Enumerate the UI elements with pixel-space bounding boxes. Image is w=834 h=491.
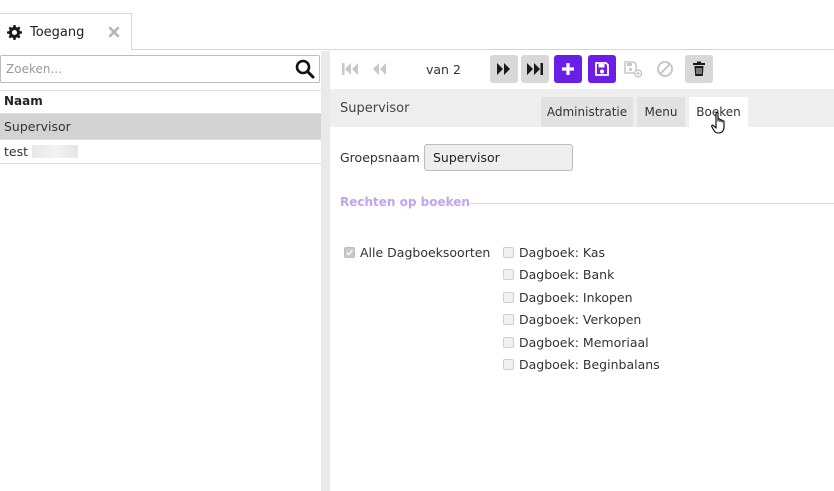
cancel-icon	[657, 61, 673, 77]
last-page-button[interactable]	[521, 55, 549, 83]
save-as-icon	[624, 61, 643, 78]
trash-icon	[693, 61, 705, 76]
search-input[interactable]	[1, 56, 291, 82]
last-page-icon	[527, 63, 543, 75]
checkbox-label: Dagboek: Bank	[519, 267, 615, 282]
checkbox-label: Alle Dagboeksoorten	[360, 245, 491, 260]
save-button[interactable]	[588, 55, 616, 83]
tab-boeken[interactable]: Boeken	[689, 97, 748, 127]
plus-icon	[562, 63, 574, 75]
add-button[interactable]	[554, 55, 582, 83]
tab-label: Boeken	[696, 105, 741, 119]
groepsnaam-input[interactable]	[424, 144, 573, 171]
next-page-icon	[497, 63, 510, 75]
tab-menu[interactable]: Menu	[637, 97, 685, 127]
checkbox-icon	[503, 269, 514, 280]
checkbox-label: Dagboek: Kas	[519, 245, 606, 260]
save-as-button[interactable]	[619, 55, 647, 83]
page-indicator: van 2	[426, 62, 461, 77]
checkbox-label: Dagboek: Verkopen	[519, 312, 642, 327]
tab-label: Menu	[644, 105, 678, 119]
previous-page-icon	[373, 63, 386, 75]
row-label: Supervisor	[4, 119, 71, 134]
tab-administratie[interactable]: Administratie	[541, 97, 633, 127]
checkbox-icon	[503, 292, 514, 303]
checkbox-checked-icon	[344, 247, 355, 258]
dagboek-memoriaal-checkbox[interactable]: Dagboek: Memoriaal	[503, 335, 649, 350]
column-header-naam: Naam	[4, 94, 43, 108]
first-page-icon	[342, 63, 358, 75]
group-list-panel: Naam Supervisor test	[0, 51, 321, 491]
table-row[interactable]: Supervisor	[0, 114, 321, 139]
checkbox-icon	[503, 359, 514, 370]
record-toolbar: van 2	[330, 51, 834, 89]
dagboek-beginbalans-checkbox[interactable]: Dagboek: Beginbalans	[503, 357, 660, 372]
table-row[interactable]: test	[0, 139, 321, 164]
divider	[469, 203, 834, 204]
dagboek-inkopen-checkbox[interactable]: Dagboek: Inkopen	[503, 290, 633, 305]
redacted-text	[32, 145, 79, 158]
detail-header: Supervisor Administratie Menu Boeken	[330, 89, 834, 127]
panel-splitter[interactable]	[321, 51, 330, 491]
save-icon	[595, 62, 609, 76]
checkbox-icon	[503, 314, 514, 325]
previous-page-button[interactable]	[366, 55, 394, 83]
cancel-button[interactable]	[651, 55, 679, 83]
section-title: Rechten op boeken	[340, 195, 470, 209]
detail-title: Supervisor	[340, 101, 410, 116]
tab-toegang[interactable]: Toegang	[0, 13, 132, 51]
delete-button[interactable]	[685, 55, 713, 83]
next-page-button[interactable]	[490, 55, 518, 83]
divider	[0, 163, 321, 164]
close-icon[interactable]	[107, 25, 121, 39]
groepsnaam-label: Groepsnaam	[340, 150, 420, 165]
checkbox-label: Dagboek: Inkopen	[519, 290, 633, 305]
document-tab-bar: Toegang	[0, 0, 834, 51]
tab-title: Toegang	[30, 24, 85, 40]
checkbox-icon	[503, 247, 514, 258]
row-label: test	[4, 144, 29, 159]
gear-icon	[6, 24, 22, 40]
alle-dagboeksoorten-checkbox[interactable]: Alle Dagboeksoorten	[344, 245, 490, 260]
checkbox-label: Dagboek: Memoriaal	[519, 335, 649, 350]
search-icon[interactable]	[295, 59, 315, 79]
divider	[0, 90, 321, 91]
first-page-button[interactable]	[336, 55, 364, 83]
tab-label: Administratie	[546, 105, 628, 119]
search-box	[0, 55, 320, 83]
dagboek-verkopen-checkbox[interactable]: Dagboek: Verkopen	[503, 312, 641, 327]
dagboek-bank-checkbox[interactable]: Dagboek: Bank	[503, 267, 614, 282]
checkbox-label: Dagboek: Beginbalans	[519, 357, 660, 372]
dagboek-kas-checkbox[interactable]: Dagboek: Kas	[503, 245, 605, 260]
checkbox-icon	[503, 337, 514, 348]
